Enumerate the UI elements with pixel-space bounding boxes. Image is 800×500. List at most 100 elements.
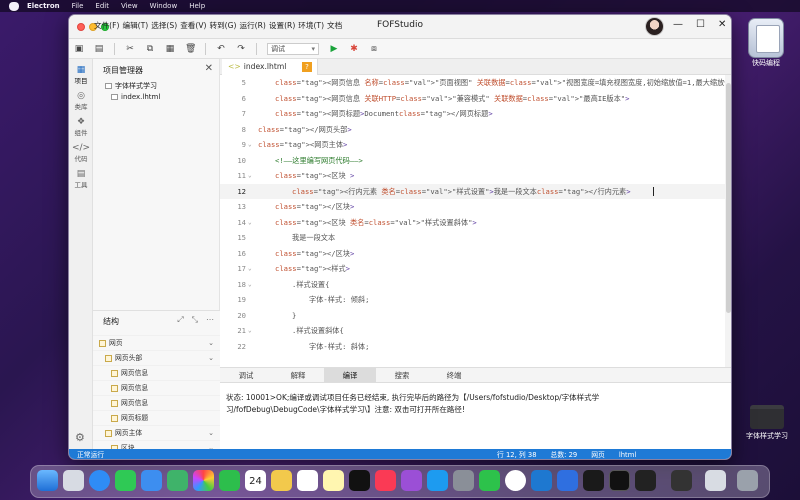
code-line[interactable]: 17 ⌄ class="tag"><样式> [220, 261, 725, 277]
panel-tab-terminal[interactable]: 终端 [428, 368, 480, 382]
fofstudio-dock-icon[interactable] [635, 470, 656, 491]
fold-chevron-icon[interactable]: ⌄ [248, 277, 252, 293]
close-window-button[interactable] [77, 23, 85, 31]
more-icon[interactable]: ⋯ [206, 315, 214, 325]
fold-chevron-icon[interactable]: ⌄ [248, 215, 252, 231]
chevron-down-icon[interactable]: ⌄ [208, 426, 214, 441]
apple-icon[interactable] [9, 1, 19, 11]
appstore-icon[interactable] [427, 470, 448, 491]
structure-item[interactable]: 网页头部 ⌄ [93, 350, 220, 365]
menu-edit[interactable]: 编辑(T) [121, 20, 149, 31]
trash-icon[interactable] [737, 470, 758, 491]
structure-item[interactable]: 网页主体 ⌄ [93, 425, 220, 440]
facetime-icon[interactable] [219, 470, 240, 491]
copy-icon[interactable]: ⧉ [145, 44, 155, 54]
output-panel[interactable]: 状态: 10001>OK;编译或调试项目任务已经结束, 执行完毕后的路径为【/U… [220, 383, 731, 449]
chevron-down-icon[interactable]: ⌄ [208, 336, 214, 351]
menu-goto[interactable]: 转到(G) [209, 20, 238, 31]
desktop-file-icon[interactable] [748, 18, 784, 58]
editor-tab-index[interactable]: <> index.lhtml ? [222, 59, 318, 75]
panel-tab-search[interactable]: 搜索 [376, 368, 428, 382]
menu-environment[interactable]: 环境(T) [297, 20, 325, 31]
music-icon[interactable] [375, 470, 396, 491]
code-line[interactable]: 9 ⌄ class="tag"><网页主体> [220, 137, 725, 153]
paste-icon[interactable]: ▦ [165, 44, 175, 54]
user-avatar[interactable] [645, 17, 664, 36]
gear-icon[interactable]: ⚙ [75, 431, 85, 444]
xcode-icon[interactable] [557, 470, 578, 491]
tree-folder[interactable]: 字体样式学习 [105, 81, 157, 91]
status-cursor-position[interactable]: 行 12, 列 38 [497, 449, 537, 459]
status-encoding[interactable]: 网页 [591, 449, 605, 459]
status-language[interactable]: lhtml [619, 449, 636, 459]
fold-chevron-icon[interactable]: ⌄ [248, 168, 252, 184]
menu-file[interactable]: 文件(F) [93, 20, 120, 31]
cut-icon[interactable]: ✂ [125, 44, 135, 54]
minimize-icon[interactable]: — [673, 19, 683, 30]
maps-icon[interactable] [167, 470, 188, 491]
code-line[interactable]: 21 ⌄ .样式设置斜体{ [220, 323, 725, 339]
close-panel-icon[interactable]: ✕ [205, 63, 213, 74]
redo-icon[interactable]: ↷ [236, 44, 246, 54]
code-line[interactable]: 20} [220, 308, 725, 324]
undo-icon[interactable]: ↶ [216, 44, 226, 54]
panel-tab-interpret[interactable]: 解释 [272, 368, 324, 382]
tree-file[interactable]: index.lhtml [111, 93, 160, 101]
wechat-icon[interactable] [479, 470, 500, 491]
close-icon[interactable]: ✕ [718, 19, 726, 30]
finder-icon[interactable] [37, 470, 58, 491]
code-line[interactable]: 10 <!——这里编写网页代码——> [220, 153, 725, 169]
desktop-file-label[interactable]: 快码编程 [740, 58, 792, 68]
code-line[interactable]: 18 ⌄ .样式设置{ [220, 277, 725, 293]
scrollbar-thumb[interactable] [726, 83, 731, 313]
appletv-icon[interactable] [349, 470, 370, 491]
desktop-folder-label[interactable]: 字体样式学习 [736, 431, 798, 441]
structure-item[interactable]: 网页信息 [93, 365, 220, 380]
code-line[interactable]: 6 class="tag"><网页信息 关联HTTP=class="val">"兼… [220, 91, 725, 107]
activity-components[interactable]: ❖ 组件 [69, 117, 93, 137]
activity-code[interactable]: </> 代码 [69, 143, 93, 163]
reminders-icon[interactable] [297, 470, 318, 491]
fold-chevron-icon[interactable]: ⌄ [248, 261, 252, 277]
photos-icon[interactable] [193, 470, 214, 491]
code-line[interactable]: 15 我是一段文本 [220, 230, 725, 246]
menu-settings[interactable]: 设置(R) [268, 20, 296, 31]
code-line[interactable]: 13 class="tag"></区块> [220, 199, 725, 215]
podcasts-icon[interactable] [401, 470, 422, 491]
safari-icon[interactable] [89, 470, 110, 491]
activity-library[interactable]: ◎ 类库 [69, 91, 93, 111]
code-editor[interactable]: 5 class="tag"><网页信息 名称=class="val">"页面视图"… [220, 75, 725, 367]
activity-tools[interactable]: ▤ 工具 [69, 169, 93, 189]
chrome-icon[interactable] [505, 470, 526, 491]
expand-icon[interactable]: ⤢ [177, 315, 183, 325]
code-line[interactable]: 22 字体-样式: 斜体; [220, 339, 725, 355]
menu-view[interactable]: 查看(V) [179, 20, 207, 31]
menubar-view[interactable]: View [121, 2, 138, 10]
terminal-icon[interactable] [609, 470, 630, 491]
save-icon[interactable]: ▤ [94, 44, 104, 54]
run-icon[interactable]: ▶ [329, 44, 339, 54]
code-line[interactable]: 19 字体-样式: 倾斜; [220, 292, 725, 308]
menu-run[interactable]: 运行(R) [239, 20, 267, 31]
activity-project[interactable]: ▦ 项目 [69, 65, 93, 85]
panel-tab-debug[interactable]: 调试 [220, 368, 272, 382]
desktop-folder-icon[interactable] [750, 405, 784, 429]
menubar-file[interactable]: File [72, 2, 84, 10]
qq-icon[interactable] [583, 470, 604, 491]
menubar-help[interactable]: Help [189, 2, 205, 10]
code-line[interactable]: 12 class="tag"><行内元素 类名=class="val">"样式设置… [220, 183, 725, 199]
fold-chevron-icon[interactable]: ⌄ [248, 137, 252, 153]
structure-item[interactable]: 网页信息 [93, 380, 220, 395]
code-line[interactable]: 8 class="tag"></网页头部> [220, 122, 725, 138]
collapse-icon[interactable]: ⤡ [192, 315, 198, 325]
vscode-icon[interactable] [531, 470, 552, 491]
calendar-icon[interactable]: 24 [245, 470, 266, 491]
structure-item[interactable]: 网页标题 [93, 410, 220, 425]
menu-docs[interactable]: 文档 [326, 20, 343, 31]
menubar-edit[interactable]: Edit [95, 2, 109, 10]
code-line[interactable]: 5 class="tag"><网页信息 名称=class="val">"页面视图"… [220, 75, 725, 91]
code-line[interactable]: 7 class="tag"><网页标题>Documentclass="tag"><… [220, 106, 725, 122]
menubar-window[interactable]: Window [150, 2, 178, 10]
maximize-icon[interactable]: ☐ [696, 19, 705, 30]
electron-dock-icon[interactable] [671, 470, 692, 491]
